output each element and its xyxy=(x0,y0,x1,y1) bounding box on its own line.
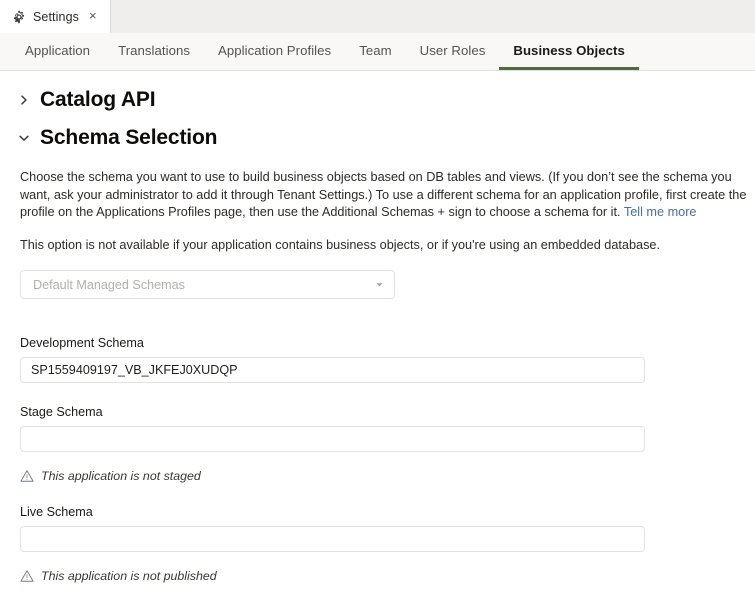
tab-translations[interactable]: Translations xyxy=(104,33,204,70)
label-stage-schema: Stage Schema xyxy=(20,405,103,420)
section-title-schema-selection: Schema Selection xyxy=(40,126,218,150)
managed-schema-select-value: Default Managed Schemas xyxy=(33,277,185,292)
label-development-schema: Development Schema xyxy=(20,336,144,351)
live-schema-note-text: This application is not published xyxy=(41,569,217,584)
stage-schema-note: This application is not staged xyxy=(20,469,755,483)
gear-icon xyxy=(13,10,25,23)
warning-triangle-icon xyxy=(20,570,34,583)
stage-schema-note-text: This application is not staged xyxy=(41,469,201,484)
settings-nav-tabs: Application Translations Application Pro… xyxy=(0,33,755,71)
chevron-down-icon xyxy=(19,135,29,141)
chevron-right-icon xyxy=(21,95,27,105)
section-title-catalog-api: Catalog API xyxy=(40,88,156,111)
window-tab-label: Settings xyxy=(33,9,79,24)
warning-triangle-icon xyxy=(20,470,34,483)
tell-me-more-link[interactable]: Tell me more xyxy=(624,205,697,219)
section-header-catalog-api[interactable]: Catalog API xyxy=(0,87,755,112)
managed-schema-select[interactable]: Default Managed Schemas xyxy=(20,270,395,300)
tab-application-profiles[interactable]: Application Profiles xyxy=(204,33,345,70)
stage-schema-input[interactable] xyxy=(20,426,645,453)
label-live-schema: Live Schema xyxy=(20,505,93,520)
tab-application[interactable]: Application xyxy=(11,33,104,70)
settings-content-pane: Catalog API Schema Selection Choose the … xyxy=(0,71,755,594)
section-header-schema-selection[interactable]: Schema Selection xyxy=(0,125,755,150)
window-tabstrip: Settings × xyxy=(0,0,755,33)
tab-user-roles[interactable]: User Roles xyxy=(406,33,500,70)
schema-availability-note: This option is not available if your app… xyxy=(20,237,661,252)
close-icon[interactable]: × xyxy=(86,8,100,25)
tabstrip-empty-area xyxy=(110,0,755,33)
schema-description-paragraph: Choose the schema you want to use to bui… xyxy=(0,169,755,222)
live-schema-note: This application is not published xyxy=(20,569,755,583)
live-schema-input[interactable] xyxy=(20,526,645,553)
development-schema-input[interactable] xyxy=(20,357,645,384)
chevron-down-icon xyxy=(376,283,383,287)
tab-business-objects[interactable]: Business Objects xyxy=(499,33,639,70)
schema-fields-block: Default Managed Schemas Development Sche… xyxy=(0,270,755,583)
tab-team[interactable]: Team xyxy=(345,33,405,70)
window-tab-settings[interactable]: Settings × xyxy=(0,0,111,33)
